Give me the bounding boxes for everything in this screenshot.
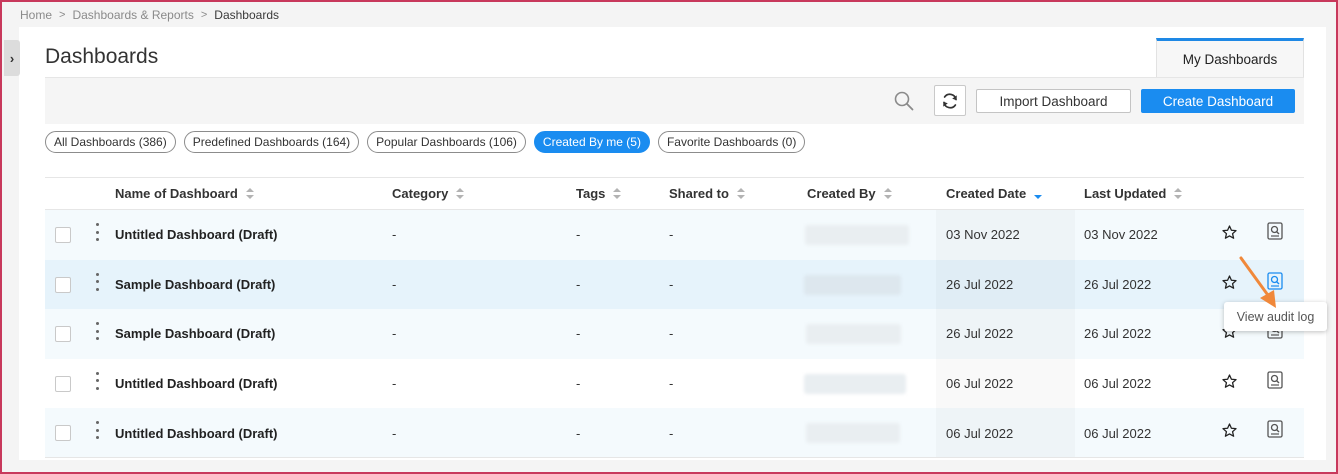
annotation-arrow-icon [1239, 256, 1276, 308]
cell-name[interactable]: Untitled Dashboard (Draft) [115, 359, 278, 409]
filter-chip-created-by-me[interactable]: Created By me (5) [533, 131, 650, 153]
cell-tags: - [576, 326, 581, 342]
sort-icon [456, 187, 465, 200]
right-gutter [1326, 27, 1336, 472]
bottom-gutter [2, 460, 1336, 472]
breadcrumb-home[interactable]: Home [20, 8, 52, 22]
cell-last-updated: 03 Nov 2022 [1084, 227, 1158, 243]
kebab-menu-icon[interactable] [94, 322, 100, 341]
sort-desc-icon [1034, 188, 1043, 200]
sort-icon [245, 187, 254, 200]
star-icon[interactable] [1221, 373, 1238, 390]
star-icon[interactable] [1221, 422, 1238, 439]
row-checkbox[interactable] [55, 227, 71, 243]
cell-tags: - [576, 425, 581, 441]
table-row[interactable]: Untitled Dashboard (Draft) - - - 06 Jul … [45, 358, 1304, 409]
table-row[interactable]: Sample Dashboard (Draft) - - - 26 Jul 20… [45, 309, 1304, 359]
breadcrumb-dashboards-reports[interactable]: Dashboards & Reports [72, 8, 193, 22]
redacted-created-by [804, 274, 901, 295]
tab-my-dashboards[interactable]: My Dashboards [1156, 38, 1304, 78]
table-row[interactable]: Untitled Dashboard (Draft) - - - 06 Jul … [45, 408, 1304, 458]
row-checkbox[interactable] [55, 326, 71, 343]
cell-shared-to: - [669, 425, 674, 441]
cell-last-updated: 06 Jul 2022 [1084, 425, 1152, 441]
chevron-right-icon: › [9, 50, 15, 66]
cell-name[interactable]: Untitled Dashboard (Draft) [115, 210, 278, 260]
audit-log-icon[interactable] [1267, 371, 1283, 389]
cell-tags: - [576, 227, 581, 243]
cell-category: - [392, 227, 397, 243]
sidebar-expand-button[interactable]: › [4, 40, 20, 76]
left-gutter [2, 27, 19, 472]
kebab-menu-icon[interactable] [94, 371, 100, 390]
audit-log-icon[interactable] [1267, 222, 1283, 240]
breadcrumb: Home > Dashboards & Reports > Dashboards [2, 2, 1336, 27]
column-header-created-by[interactable]: Created By [807, 178, 892, 209]
column-header-category[interactable]: Category [392, 178, 465, 209]
redacted-created-by [806, 324, 901, 345]
sort-icon [883, 187, 892, 200]
kebab-menu-icon[interactable] [94, 223, 100, 241]
cell-category: - [392, 376, 397, 392]
sort-icon [736, 187, 745, 200]
search-icon[interactable] [893, 90, 915, 112]
refresh-icon [943, 92, 957, 109]
tab-label: My Dashboards [1182, 52, 1278, 67]
filter-chip-predefined[interactable]: Predefined Dashboards (164) [183, 131, 360, 153]
cell-category: - [392, 276, 397, 292]
breadcrumb-current: Dashboards [214, 7, 280, 22]
cell-name[interactable]: Sample Dashboard (Draft) [115, 260, 275, 310]
cell-name[interactable]: Untitled Dashboard (Draft) [115, 408, 278, 458]
import-dashboard-button[interactable]: Import Dashboard [976, 89, 1131, 113]
cell-created-date: 03 Nov 2022 [946, 227, 1020, 243]
row-checkbox[interactable] [55, 276, 71, 293]
breadcrumb-separator: > [200, 8, 208, 21]
cell-category: - [392, 425, 397, 441]
filter-chip-all[interactable]: All Dashboards (386) [45, 131, 176, 153]
sort-icon [1174, 187, 1183, 200]
cell-created-date: 26 Jul 2022 [946, 276, 1014, 292]
redacted-created-by [804, 373, 906, 394]
cell-last-updated: 26 Jul 2022 [1084, 326, 1152, 342]
row-checkbox[interactable] [55, 375, 71, 392]
column-header-last-updated[interactable]: Last Updated [1084, 178, 1183, 209]
cell-shared-to: - [669, 227, 674, 243]
cell-tags: - [576, 276, 581, 292]
page-title: Dashboards [45, 45, 159, 68]
star-icon[interactable] [1221, 224, 1238, 241]
row-checkbox[interactable] [55, 425, 71, 442]
filter-chips: All Dashboards (386) Predefined Dashboar… [45, 131, 813, 153]
table-bottom-border [45, 457, 1304, 458]
cell-category: - [392, 326, 397, 342]
create-dashboard-button[interactable]: Create Dashboard [1141, 89, 1295, 113]
redacted-created-by [806, 423, 900, 444]
table-header: Name of Dashboard Category Tags Shared t… [45, 177, 1304, 210]
cell-created-date: 06 Jul 2022 [946, 425, 1014, 441]
cell-last-updated: 06 Jul 2022 [1084, 376, 1152, 392]
kebab-menu-icon[interactable] [94, 421, 100, 440]
redacted-created-by [805, 225, 909, 245]
filter-chip-popular[interactable]: Popular Dashboards (106) [367, 131, 526, 153]
dashboards-table: Name of Dashboard Category Tags Shared t… [45, 177, 1304, 458]
column-header-created-date[interactable]: Created Date [946, 178, 1043, 209]
cell-name[interactable]: Sample Dashboard (Draft) [115, 309, 275, 359]
cell-shared-to: - [669, 376, 674, 392]
sort-icon [613, 187, 622, 200]
column-header-shared-to[interactable]: Shared to [669, 178, 745, 209]
cell-created-date: 26 Jul 2022 [946, 326, 1014, 342]
breadcrumb-separator: > [59, 8, 66, 21]
filter-chip-favorite[interactable]: Favorite Dashboards (0) [657, 131, 806, 153]
cell-created-date: 06 Jul 2022 [946, 376, 1014, 392]
table-row[interactable]: Untitled Dashboard (Draft) - - - 03 Nov … [45, 210, 1304, 260]
audit-log-icon[interactable] [1267, 420, 1283, 439]
cell-last-updated: 26 Jul 2022 [1084, 276, 1152, 292]
cell-tags: - [576, 376, 581, 392]
cell-shared-to: - [669, 326, 674, 342]
kebab-menu-icon[interactable] [94, 272, 100, 291]
refresh-button[interactable] [934, 85, 966, 116]
column-header-tags[interactable]: Tags [576, 178, 622, 209]
cell-shared-to: - [669, 276, 674, 292]
table-row[interactable]: Sample Dashboard (Draft) - - - 26 Jul 20… [45, 259, 1304, 310]
column-header-name[interactable]: Name of Dashboard [115, 178, 254, 209]
